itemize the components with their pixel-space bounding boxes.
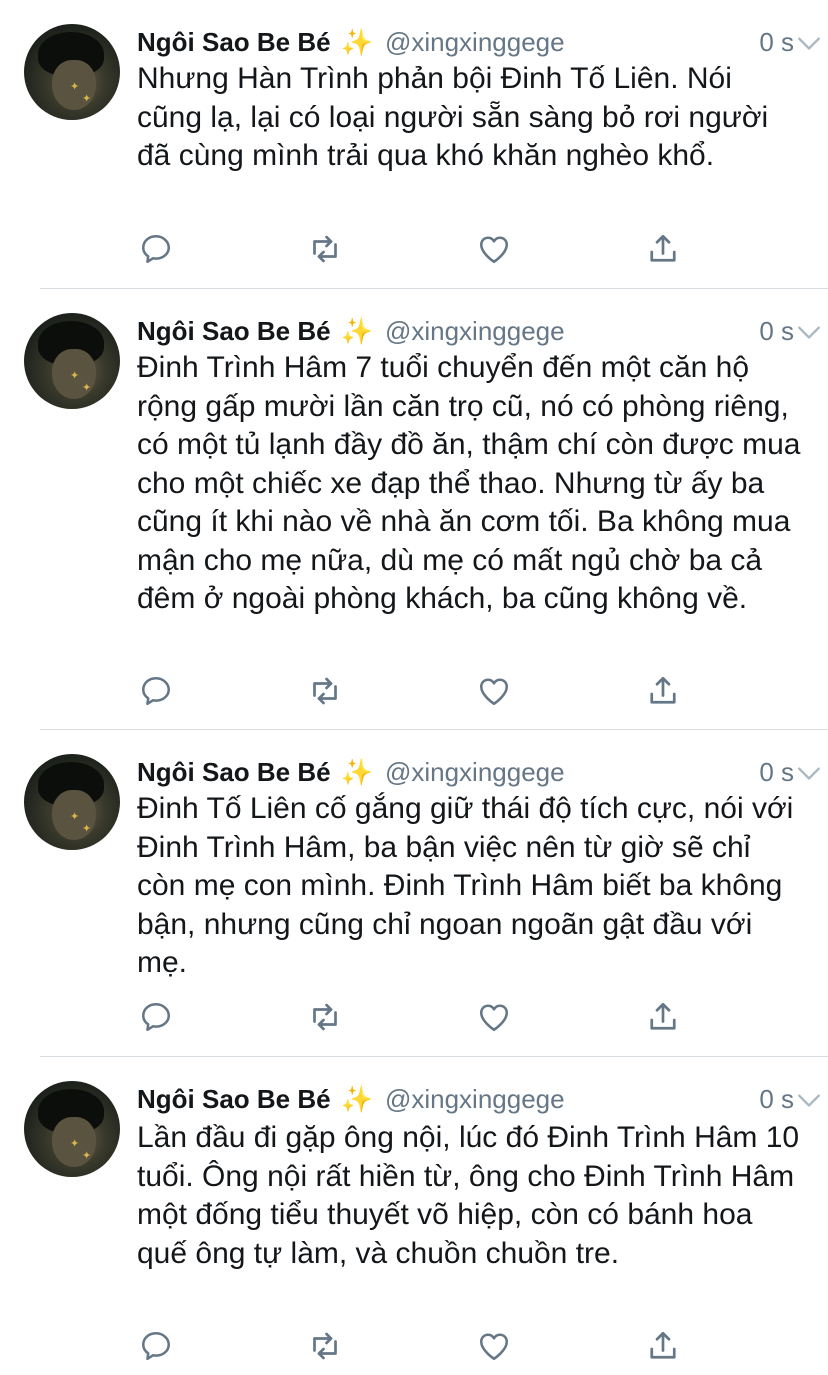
like-icon xyxy=(479,678,509,706)
reply-icon xyxy=(141,1002,171,1032)
tweet-actions xyxy=(0,1326,828,1366)
tweet-text: Nhưng Hàn Trình phản bội Đinh Tố Liên. N… xyxy=(137,62,769,172)
like-button[interactable] xyxy=(474,1326,514,1366)
avatar[interactable]: ✦ ✦ xyxy=(24,1081,120,1177)
display-name[interactable]: Ngôi Sao Be Bé xyxy=(137,757,331,788)
tweet-actions xyxy=(0,229,828,269)
reply-button[interactable] xyxy=(136,671,176,711)
tweet-text: Lần đầu đi gặp ông nội, lúc đó Đinh Trìn… xyxy=(137,1121,800,1270)
share-button[interactable] xyxy=(643,997,683,1037)
share-button[interactable] xyxy=(643,229,683,269)
sparkles-emoji: ✨ xyxy=(340,315,373,346)
tweet-text: Đinh Tố Liên cố gắng giữ thái độ tích cự… xyxy=(137,792,794,979)
retweet-button[interactable] xyxy=(305,997,345,1037)
share-icon xyxy=(650,234,676,262)
reply-icon xyxy=(141,1331,171,1361)
display-name[interactable]: Ngôi Sao Be Bé xyxy=(137,316,331,347)
user-handle[interactable]: @xingxinggege xyxy=(385,757,565,788)
chevron-down-icon[interactable] xyxy=(796,30,822,56)
like-button[interactable] xyxy=(474,997,514,1037)
chevron-down-icon[interactable] xyxy=(796,1087,822,1113)
avatar[interactable]: ✦ ✦ xyxy=(24,313,120,409)
share-button[interactable] xyxy=(643,1326,683,1366)
tweet-actions xyxy=(0,671,828,711)
retweet-button[interactable] xyxy=(305,1326,345,1366)
tweet-header: Ngôi Sao Be Bé ✨ @xingxinggege xyxy=(137,1081,794,1117)
user-handle[interactable]: @xingxinggege xyxy=(385,1084,565,1115)
retweet-button[interactable] xyxy=(305,671,345,711)
timestamp[interactable]: 0 s xyxy=(759,1084,794,1115)
like-button[interactable] xyxy=(474,671,514,711)
reply-button[interactable] xyxy=(136,997,176,1037)
like-button[interactable] xyxy=(474,229,514,269)
chevron-down-icon[interactable] xyxy=(796,760,822,786)
sparkles-emoji: ✨ xyxy=(340,1083,373,1114)
avatar[interactable]: ✦ ✦ xyxy=(24,24,120,120)
tweet-header: Ngôi Sao Be Bé ✨ @xingxinggege xyxy=(137,313,794,349)
sparkles-emoji: ✨ xyxy=(340,756,373,787)
like-icon xyxy=(479,1004,509,1032)
timestamp[interactable]: 0 s xyxy=(759,757,794,788)
retweet-icon xyxy=(313,1332,337,1360)
avatar[interactable]: ✦ ✦ xyxy=(24,754,120,850)
reply-icon xyxy=(141,234,171,264)
tweet-divider xyxy=(40,1056,828,1057)
retweet-icon xyxy=(313,1003,337,1031)
like-icon xyxy=(479,1333,509,1361)
share-button[interactable] xyxy=(643,671,683,711)
share-icon xyxy=(650,1331,676,1359)
share-icon xyxy=(650,676,676,704)
reply-button[interactable] xyxy=(136,229,176,269)
tweet-actions xyxy=(0,997,828,1037)
tweet-text: Đinh Trình Hâm 7 tuổi chuyển đến một căn… xyxy=(137,351,801,615)
retweet-icon xyxy=(313,677,337,705)
share-icon xyxy=(650,1002,676,1030)
retweet-button[interactable] xyxy=(305,229,345,269)
reply-button[interactable] xyxy=(136,1326,176,1366)
user-handle[interactable]: @xingxinggege xyxy=(385,316,565,347)
tweet-divider xyxy=(40,729,828,730)
like-icon xyxy=(479,236,509,264)
reply-icon xyxy=(141,676,171,706)
chevron-down-icon[interactable] xyxy=(796,319,822,345)
tweet-divider xyxy=(40,288,828,289)
retweet-icon xyxy=(313,235,337,263)
tweet-header: Ngôi Sao Be Bé ✨ @xingxinggege xyxy=(137,24,794,60)
tweet-header: Ngôi Sao Be Bé ✨ @xingxinggege xyxy=(137,754,794,790)
display-name[interactable]: Ngôi Sao Be Bé xyxy=(137,1084,331,1115)
display-name[interactable]: Ngôi Sao Be Bé xyxy=(137,27,331,58)
user-handle[interactable]: @xingxinggege xyxy=(385,27,565,58)
timestamp[interactable]: 0 s xyxy=(759,316,794,347)
timestamp[interactable]: 0 s xyxy=(759,27,794,58)
sparkles-emoji: ✨ xyxy=(340,26,373,57)
